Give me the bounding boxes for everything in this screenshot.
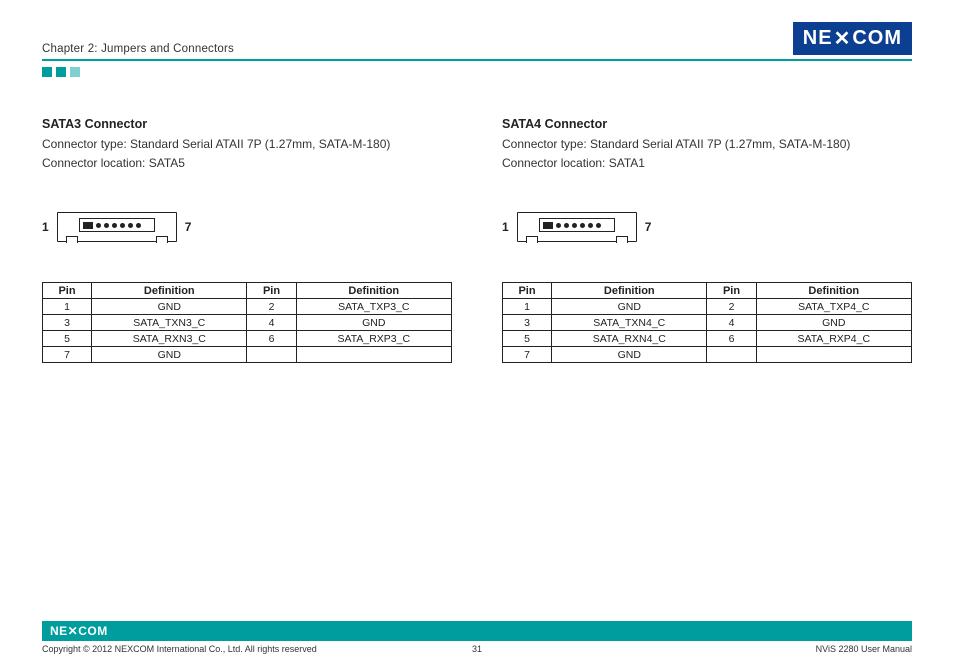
sata3-pin-table: Pin Definition Pin Definition 1 GND 2 SA… <box>42 282 452 363</box>
sata4-title: SATA4 Connector <box>502 117 912 131</box>
page-footer: NE✕COM Copyright © 2012 NEXCOM Internati… <box>42 621 912 654</box>
sata4-connector-figure: 1 7 <box>502 212 912 242</box>
table-row: 5 SATA_RXN4_C 6 SATA_RXP4_C <box>503 331 912 347</box>
sata4-type: Connector type: Standard Serial ATAII 7P… <box>502 135 912 154</box>
connector-icon <box>517 212 637 242</box>
main-content: SATA3 Connector Connector type: Standard… <box>42 117 912 363</box>
th-def: Definition <box>552 283 707 299</box>
sata3-location: Connector location: SATA5 <box>42 154 452 173</box>
decor-squares-icon <box>42 67 912 77</box>
table-header-row: Pin Definition Pin Definition <box>503 283 912 299</box>
pin7-label: 7 <box>185 220 192 234</box>
sata4-location: Connector location: SATA1 <box>502 154 912 173</box>
sata3-title: SATA3 Connector <box>42 117 452 131</box>
th-def: Definition <box>296 283 451 299</box>
table-row: 7 GND <box>503 347 912 363</box>
footer-bar: NE✕COM <box>42 621 912 641</box>
table-row: 5 SATA_RXN3_C 6 SATA_RXP3_C <box>43 331 452 347</box>
th-pin: Pin <box>247 283 296 299</box>
sata4-pin-table: Pin Definition Pin Definition 1 GND 2 SA… <box>502 282 912 363</box>
page-header: Chapter 2: Jumpers and Connectors NE✕COM <box>42 22 912 61</box>
th-pin: Pin <box>503 283 552 299</box>
table-row: 3 SATA_TXN3_C 4 GND <box>43 315 452 331</box>
nexcom-logo: NE✕COM <box>793 22 912 55</box>
pin1-label: 1 <box>502 220 509 234</box>
sata3-section: SATA3 Connector Connector type: Standard… <box>42 117 452 363</box>
th-pin: Pin <box>43 283 92 299</box>
table-row: 7 GND <box>43 347 452 363</box>
footer-meta: Copyright © 2012 NEXCOM International Co… <box>42 644 912 654</box>
table-row: 1 GND 2 SATA_TXP4_C <box>503 299 912 315</box>
sata4-section: SATA4 Connector Connector type: Standard… <box>502 117 912 363</box>
pin1-label: 1 <box>42 220 49 234</box>
table-header-row: Pin Definition Pin Definition <box>43 283 452 299</box>
chapter-title: Chapter 2: Jumpers and Connectors <box>42 43 234 57</box>
table-row: 3 SATA_TXN4_C 4 GND <box>503 315 912 331</box>
pin7-label: 7 <box>645 220 652 234</box>
th-def: Definition <box>756 283 911 299</box>
sata3-type: Connector type: Standard Serial ATAII 7P… <box>42 135 452 154</box>
doc-name: NViS 2280 User Manual <box>816 644 912 654</box>
footer-logo: NE✕COM <box>50 624 108 638</box>
connector-icon <box>57 212 177 242</box>
sata3-connector-figure: 1 7 <box>42 212 452 242</box>
table-row: 1 GND 2 SATA_TXP3_C <box>43 299 452 315</box>
th-pin: Pin <box>707 283 756 299</box>
copyright-text: Copyright © 2012 NEXCOM International Co… <box>42 644 317 654</box>
th-def: Definition <box>92 283 247 299</box>
page-number: 31 <box>472 644 482 654</box>
